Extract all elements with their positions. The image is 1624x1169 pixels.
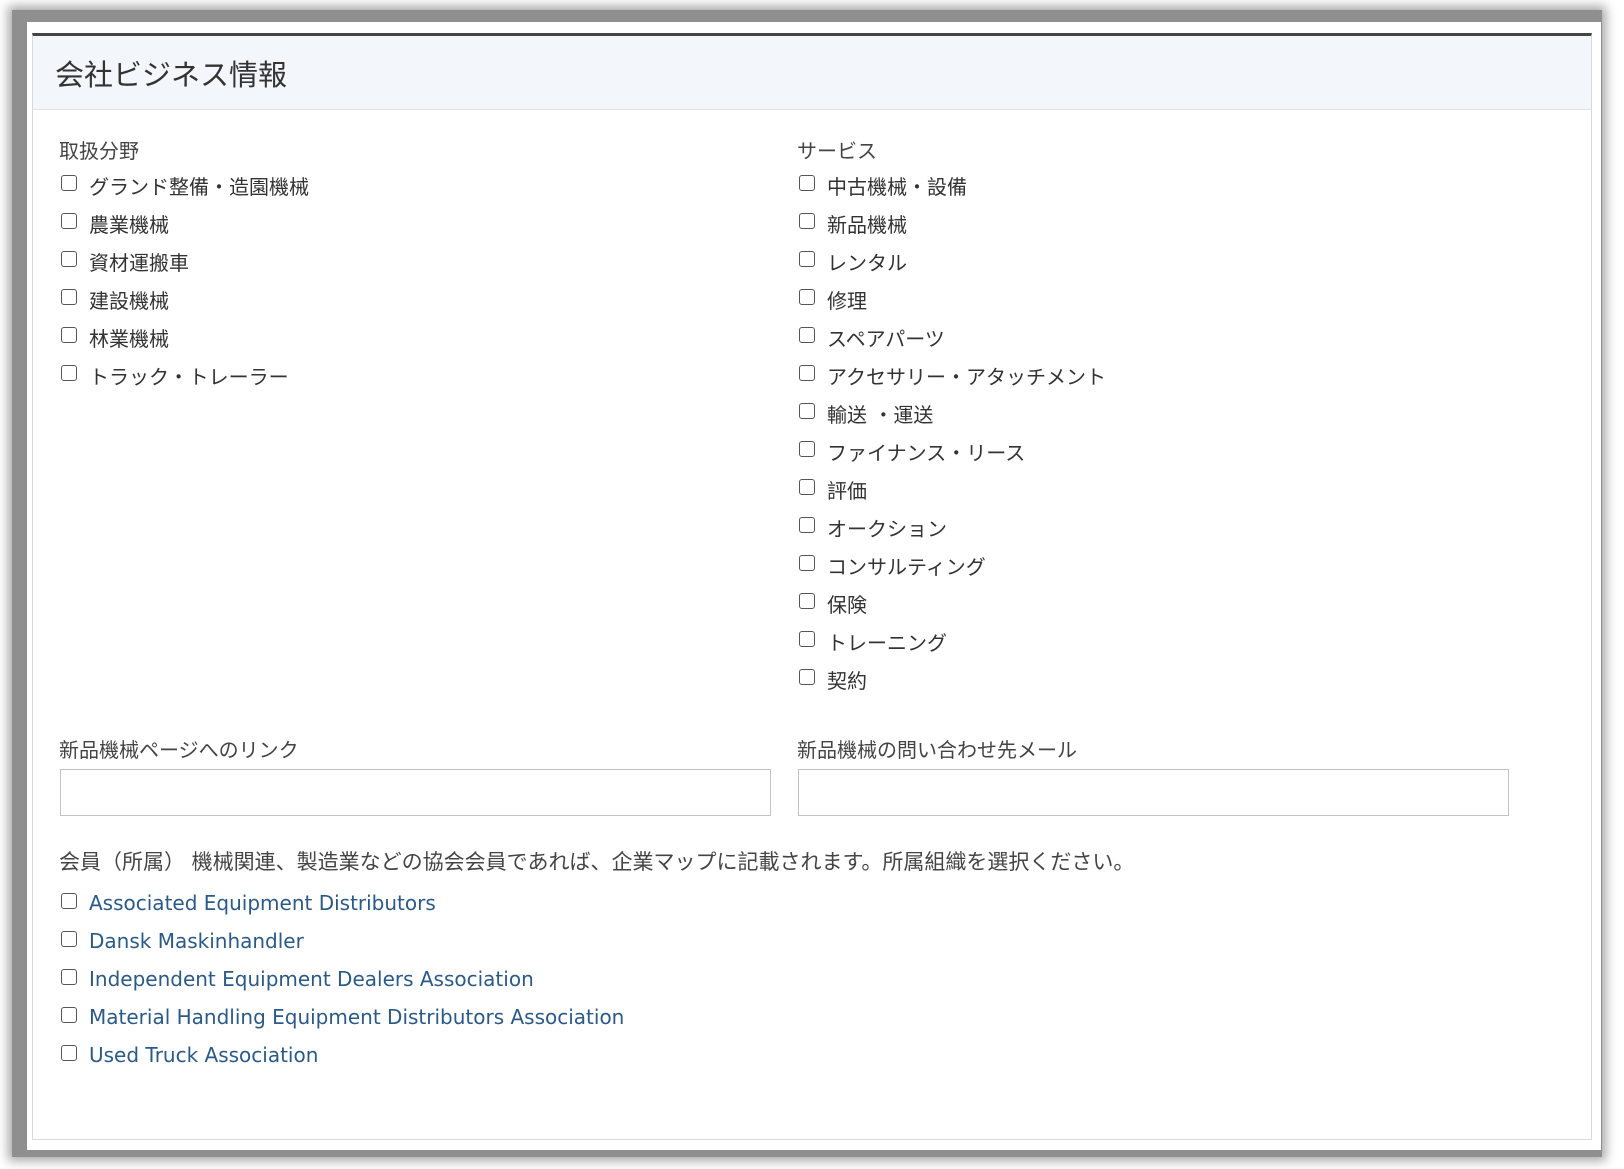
new-machine-link-label: 新品機械ページへのリンク (59, 738, 299, 762)
service-option-label: コンサルティング (827, 554, 986, 579)
service-option-label: ファイナンス・リース (827, 440, 1026, 465)
membership-option[interactable]: Associated Equipment Distributors (61, 884, 624, 922)
business-field-checkbox[interactable] (61, 327, 77, 343)
service-option[interactable]: ファイナンス・リース (799, 432, 1106, 470)
business-field-checkbox[interactable] (61, 175, 77, 191)
business-field-option[interactable]: トラック・トレーラー (61, 356, 309, 394)
membership-checkbox[interactable] (61, 931, 77, 947)
new-machine-link-input[interactable] (60, 769, 771, 816)
service-option-label: 修理 (827, 288, 867, 313)
business-field-option-label: 資材運搬車 (89, 250, 189, 275)
membership-option[interactable]: Material Handling Equipment Distributors… (61, 998, 624, 1036)
service-option-label: 輸送 ・運送 (827, 402, 934, 427)
membership-option-label[interactable]: Dansk Maskinhandler (89, 929, 304, 953)
membership-checkbox[interactable] (61, 1045, 77, 1061)
membership-option-label[interactable]: Material Handling Equipment Distributors… (89, 1005, 624, 1029)
service-option-label: オークション (827, 516, 947, 541)
service-option[interactable]: 輸送 ・運送 (799, 394, 1106, 432)
membership-checkbox[interactable] (61, 1007, 77, 1023)
service-option[interactable]: 評価 (799, 470, 1106, 508)
service-option-label: トレーニング (827, 630, 947, 655)
membership-note: 会員（所属） 機械関連、製造業などの協会会員であれば、企業マップに記載されます。… (59, 850, 1135, 874)
business-field-option-label: 林業機械 (89, 326, 169, 351)
business-field-option-label: 農業機械 (89, 212, 169, 237)
business-field-checkbox[interactable] (61, 365, 77, 381)
business-field-option-label: トラック・トレーラー (89, 364, 289, 389)
service-option-label: スペアパーツ (827, 326, 945, 351)
membership-option[interactable]: Used Truck Association (61, 1036, 624, 1074)
membership-option-label[interactable]: Associated Equipment Distributors (89, 891, 436, 915)
service-option[interactable]: 新品機械 (799, 204, 1106, 242)
new-machine-email-input[interactable] (798, 769, 1509, 816)
business-field-option-label: 建設機械 (89, 288, 169, 313)
membership-option[interactable]: Independent Equipment Dealers Associatio… (61, 960, 624, 998)
service-option[interactable]: スペアパーツ (799, 318, 1106, 356)
business-field-option[interactable]: 農業機械 (61, 204, 309, 242)
membership-checkbox[interactable] (61, 893, 77, 909)
service-checkbox[interactable] (799, 669, 815, 685)
business-field-checkbox[interactable] (61, 289, 77, 305)
membership-option-label[interactable]: Independent Equipment Dealers Associatio… (89, 967, 534, 991)
panel-title: 会社ビジネス情報 (55, 57, 288, 92)
service-option-label: レンタル (827, 250, 907, 275)
services-list: 中古機械・設備 新品機械レンタル修理スペアパーツアクセサリー・アタッチメント 輸送 … (799, 166, 1106, 698)
business-field-checkbox[interactable] (61, 251, 77, 267)
service-checkbox[interactable] (799, 517, 815, 533)
membership-list: Associated Equipment Distributors Dansk M… (61, 884, 624, 1074)
service-checkbox[interactable] (799, 631, 815, 647)
service-option[interactable]: 中古機械・設備 (799, 166, 1106, 204)
service-option-label: 新品機械 (827, 212, 907, 237)
business-field-option[interactable]: 資材運搬車 (61, 242, 309, 280)
service-checkbox[interactable] (799, 479, 815, 495)
service-option-label: 保険 (827, 592, 867, 617)
service-checkbox[interactable] (799, 593, 815, 609)
service-option[interactable]: 保険 (799, 584, 1106, 622)
panel-header: 会社ビジネス情報 (33, 36, 1591, 110)
business-fields-list: グランド整備・造園機械 農業機械資材運搬車建設機械林業機械トラック・トレーラー (61, 166, 309, 394)
service-option-label: 契約 (827, 668, 867, 693)
business-field-option[interactable]: 建設機械 (61, 280, 309, 318)
service-checkbox[interactable] (799, 403, 815, 419)
service-option[interactable]: オークション (799, 508, 1106, 546)
service-checkbox[interactable] (799, 327, 815, 343)
membership-option-label[interactable]: Used Truck Association (89, 1043, 318, 1067)
service-checkbox[interactable] (799, 289, 815, 305)
service-checkbox[interactable] (799, 213, 815, 229)
service-checkbox[interactable] (799, 365, 815, 381)
business-field-option[interactable]: グランド整備・造園機械 (61, 166, 309, 204)
service-checkbox[interactable] (799, 441, 815, 457)
business-field-checkbox[interactable] (61, 213, 77, 229)
service-option-label: 評価 (827, 478, 867, 503)
membership-checkbox[interactable] (61, 969, 77, 985)
new-machine-email-label: 新品機械の問い合わせ先メール (797, 738, 1077, 762)
service-checkbox[interactable] (799, 555, 815, 571)
business-fields-label: 取扱分野 (59, 139, 139, 163)
membership-option[interactable]: Dansk Maskinhandler (61, 922, 624, 960)
service-option[interactable]: コンサルティング (799, 546, 1106, 584)
business-field-option[interactable]: 林業機械 (61, 318, 309, 356)
service-option[interactable]: 修理 (799, 280, 1106, 318)
service-checkbox[interactable] (799, 175, 815, 191)
service-option[interactable]: レンタル (799, 242, 1106, 280)
company-business-panel: 会社ビジネス情報 取扱分野 グランド整備・造園機械 農業機械資材運搬車建設機械林業… (32, 33, 1592, 1140)
service-option[interactable]: アクセサリー・アタッチメント (799, 356, 1106, 394)
service-option-label: 中古機械・設備 (827, 174, 967, 199)
services-label: サービス (797, 139, 877, 163)
service-option-label: アクセサリー・アタッチメント (827, 364, 1106, 389)
service-option[interactable]: トレーニング (799, 622, 1106, 660)
service-checkbox[interactable] (799, 251, 815, 267)
business-field-option-label: グランド整備・造園機械 (89, 174, 309, 199)
service-option[interactable]: 契約 (799, 660, 1106, 698)
page-window: 会社ビジネス情報 取扱分野 グランド整備・造園機械 農業機械資材運搬車建設機械林業… (27, 22, 1601, 1150)
